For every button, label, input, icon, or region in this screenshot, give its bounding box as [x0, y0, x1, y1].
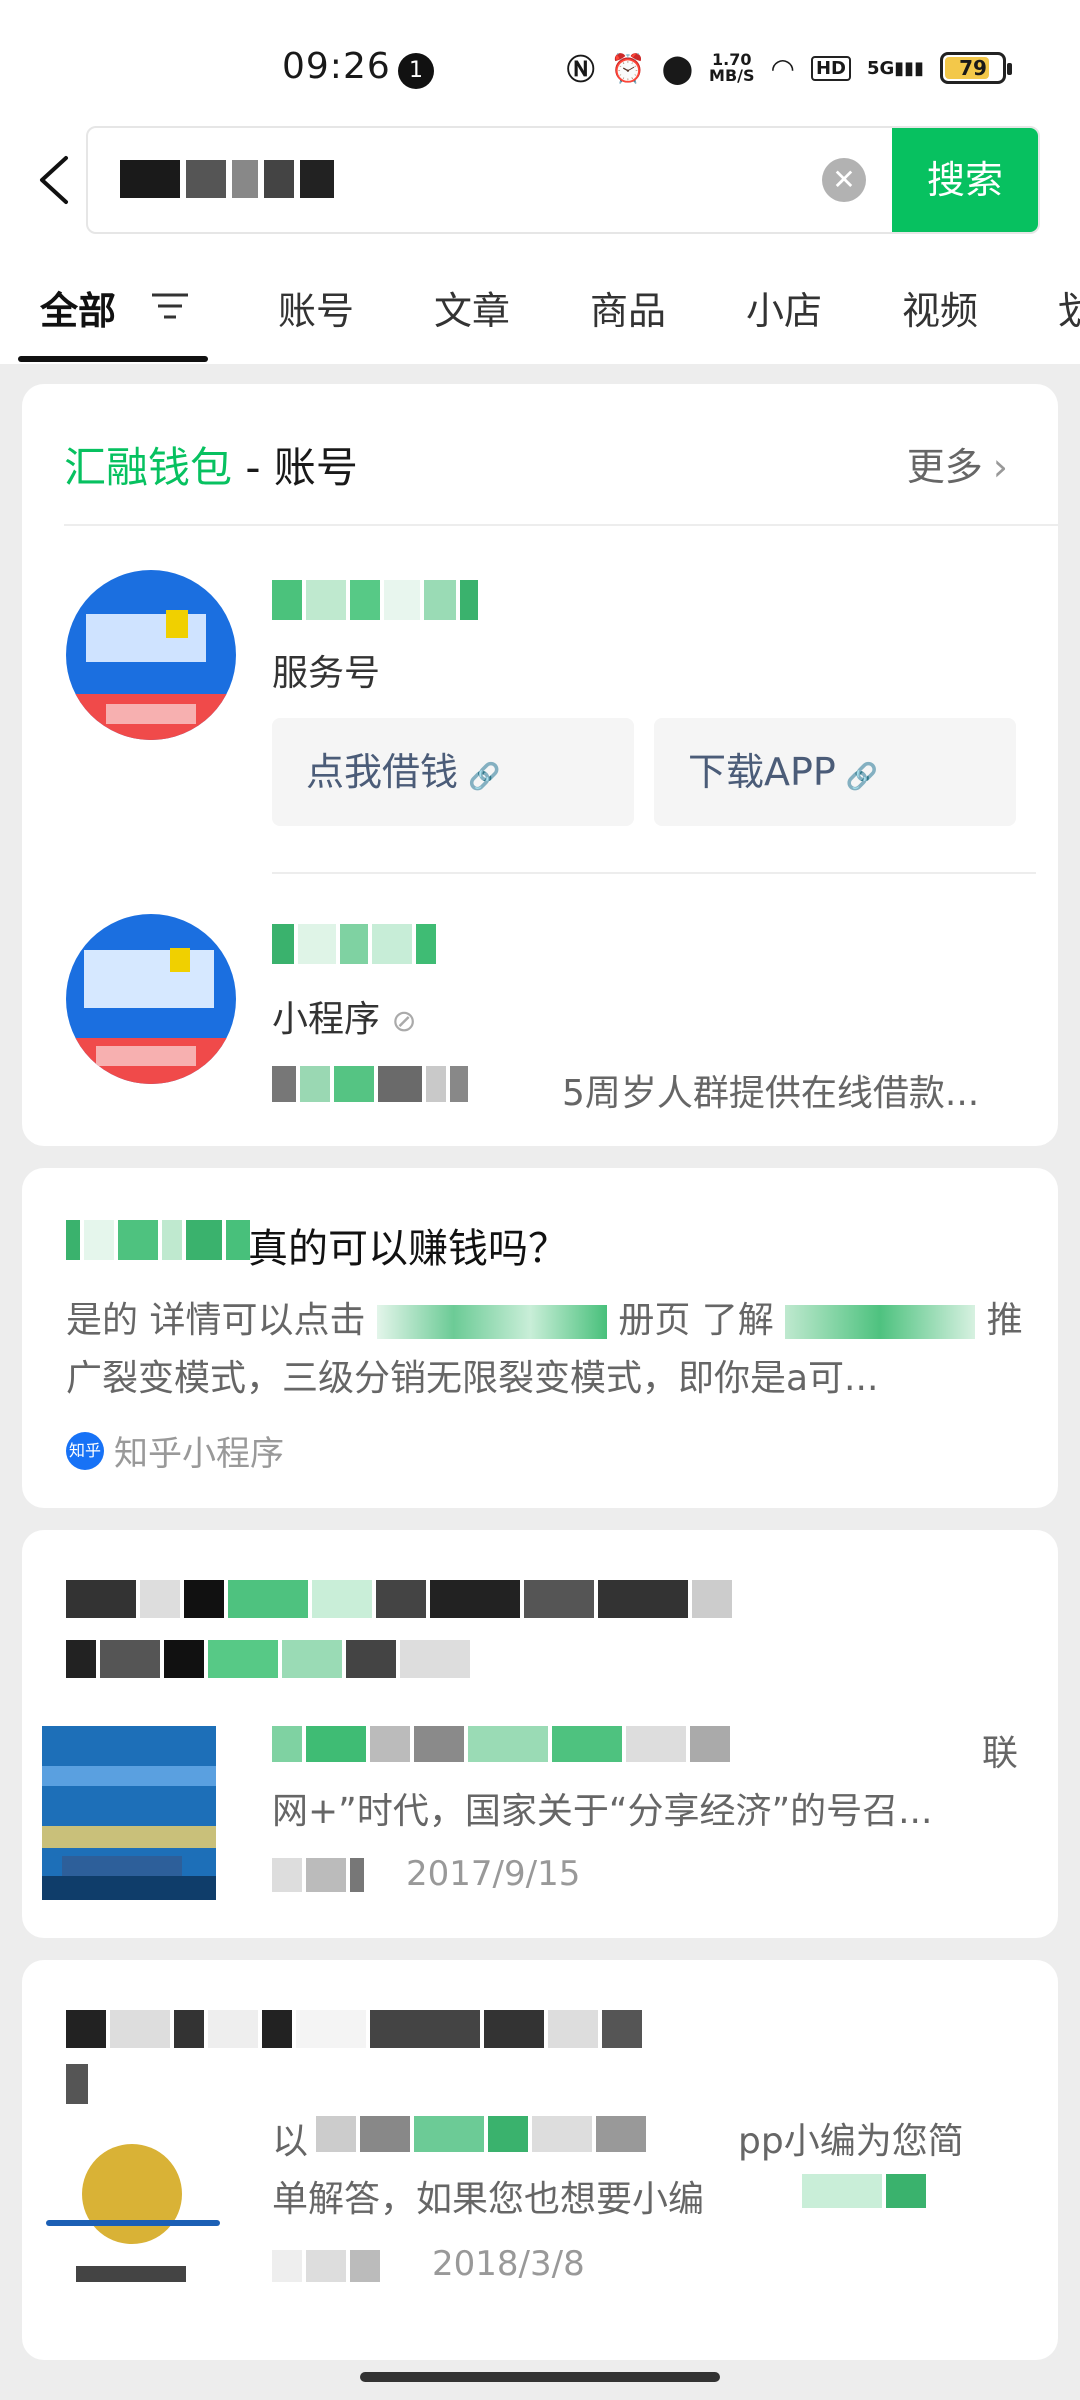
net-speed-unit: MB/S [709, 66, 755, 85]
article2-desc-line2-blurred [802, 2174, 926, 2208]
borrow-link-chip[interactable]: 点我借钱 🔗 [272, 718, 634, 826]
qa-source: 知乎 知乎小程序 [66, 1426, 284, 1475]
account-card: 汇融钱包 - 账号 更多 › 服务号 点我借钱 🔗 下载APP 🔗 小程序 ⊘ 5周岁… [22, 384, 1058, 1146]
article1-title-line2-blurred [66, 1640, 470, 1678]
mini-program-avatar[interactable] [66, 914, 236, 1084]
qa-snippet-part2: 册页 了解 [618, 1300, 774, 1341]
article1-title-line1-blurred [66, 1580, 732, 1618]
mini-program-desc-blurred [272, 1066, 468, 1102]
location-icon: ⬤ [661, 51, 694, 85]
active-tab-indicator [18, 356, 208, 362]
article2-desc-line2: 单解答，如果您也想要小编 [272, 2179, 705, 2220]
tab-shops[interactable]: 小店 [746, 280, 822, 335]
mini-program-desc: 5周岁人群提供在线借款... [562, 1073, 980, 1114]
article1-thumbnail [42, 1726, 216, 1900]
article2-title-line2-blurred [66, 2064, 88, 2104]
article1-desc-line2: 网+”时代，国家关于“分享经济”的号召... [272, 1791, 933, 1832]
more-button[interactable]: 更多 › [907, 436, 1008, 491]
qa-snippet-line2: 广裂变模式，三级分销无限裂变模式，即你是a可... [66, 1358, 879, 1399]
article2-title-line1-blurred [66, 2010, 642, 2048]
mini-program-name-blurred [272, 924, 436, 964]
search-button[interactable]: 搜索 [892, 128, 1038, 232]
borrow-link-label: 点我借钱 [306, 750, 459, 794]
battery-level: 79 [959, 56, 987, 80]
article-card-1[interactable]: 联 网+”时代，国家关于“分享经济”的号召... 2017/9/15 [22, 1530, 1058, 1938]
tab-articles[interactable]: 文章 [434, 280, 510, 335]
signal-icon: 5G▮▮▮ [866, 57, 924, 79]
back-arrow-icon[interactable] [34, 152, 74, 208]
service-account-type: 服务号 [272, 653, 381, 694]
qa-snippet-line1: 是的 详情可以点击 册页 了解 推 [66, 1292, 1026, 1350]
search-box[interactable]: ✕ 搜索 [86, 126, 1040, 234]
status-time: 09:26 [282, 46, 391, 87]
service-account-avatar[interactable] [66, 570, 236, 740]
filter-tabs: 全部 账号 文章 商品 小店 视频 划 [0, 240, 1080, 364]
download-app-link-chip[interactable]: 下载APP 🔗 [654, 718, 1016, 826]
tab-all[interactable]: 全部 [40, 280, 116, 335]
tab-products[interactable]: 商品 [590, 280, 666, 335]
qa-snippet-part1: 是的 详情可以点击 [66, 1300, 366, 1341]
search-input[interactable] [116, 156, 716, 208]
nfc-icon: Ⓝ [566, 53, 595, 86]
account-card-header: 汇融钱包 - 账号 [64, 434, 358, 495]
filter-icon[interactable] [150, 292, 190, 320]
article2-desc-part2: pp小编为您简 [738, 2121, 964, 2162]
tab-accounts[interactable]: 账号 [278, 280, 354, 335]
qa-title: 真的可以赚钱吗？ [248, 1226, 568, 1272]
alarm-icon: ⏰ [610, 51, 646, 85]
mini-program-icon: ⊘ [391, 1004, 417, 1039]
zhihu-icon: 知乎 [66, 1431, 104, 1470]
tab-more[interactable]: 划 [1058, 280, 1080, 335]
signal-label: 5G [866, 57, 895, 79]
status-bar: 09:26 1 Ⓝ ⏰ ⬤ 1.70 MB/S ◠ HD 5G▮▮▮ 79 [0, 0, 1080, 120]
account-section-label: - 账号 [232, 443, 358, 492]
clear-icon[interactable]: ✕ [822, 158, 866, 202]
article-card-2[interactable]: 以 pp小编为您简 单解答，如果您也想要小编 2018/3/8 [22, 1960, 1058, 2360]
article2-thumbnail [46, 2120, 220, 2294]
chevron-right-icon: › [992, 445, 1008, 489]
net-speed: 1.70 MB/S [709, 52, 754, 84]
article2-date: 2018/3/8 [432, 2244, 585, 2284]
wifi-icon: ◠ [770, 51, 795, 85]
article2-desc-blurred [316, 2116, 646, 2152]
tab-videos[interactable]: 视频 [902, 280, 978, 335]
article1-desc-blurred [272, 1726, 730, 1762]
qa-source-label: 知乎小程序 [114, 1434, 284, 1474]
link-icon: 🔗 [845, 762, 879, 792]
service-account-name-blurred [272, 580, 478, 620]
more-label: 更多 [906, 445, 983, 489]
mini-program-type-label: 小程序 [272, 999, 381, 1040]
divider [64, 524, 1058, 526]
home-indicator[interactable] [360, 2372, 720, 2382]
mini-program-type: 小程序 ⊘ [272, 990, 417, 1042]
search-header: ✕ 搜索 [0, 120, 1080, 240]
article1-source-blurred [272, 1858, 364, 1892]
qa-title-blurred [66, 1220, 250, 1260]
divider [272, 872, 1036, 874]
battery-icon: 79 [940, 52, 1012, 84]
download-app-label: 下载APP [688, 750, 836, 794]
hd-icon: HD [810, 55, 851, 81]
link-icon: 🔗 [468, 762, 501, 792]
account-brand-name: 汇融钱包 [64, 443, 233, 492]
status-icons: Ⓝ ⏰ ⬤ 1.70 MB/S ◠ HD 5G▮▮▮ 79 [566, 48, 1012, 88]
article2-source-blurred [272, 2250, 380, 2282]
article2-desc-part1: 以 [272, 2121, 309, 2162]
qa-snippet-part3: 推 [986, 1300, 1023, 1341]
qa-result-card[interactable]: 真的可以赚钱吗？ 是的 详情可以点击 册页 了解 推 广裂变模式，三级分销无限裂… [22, 1168, 1058, 1508]
notification-badge: 1 [398, 53, 434, 89]
article1-desc-tail: 联 [982, 1733, 1019, 1774]
article1-date: 2017/9/15 [406, 1854, 581, 1894]
